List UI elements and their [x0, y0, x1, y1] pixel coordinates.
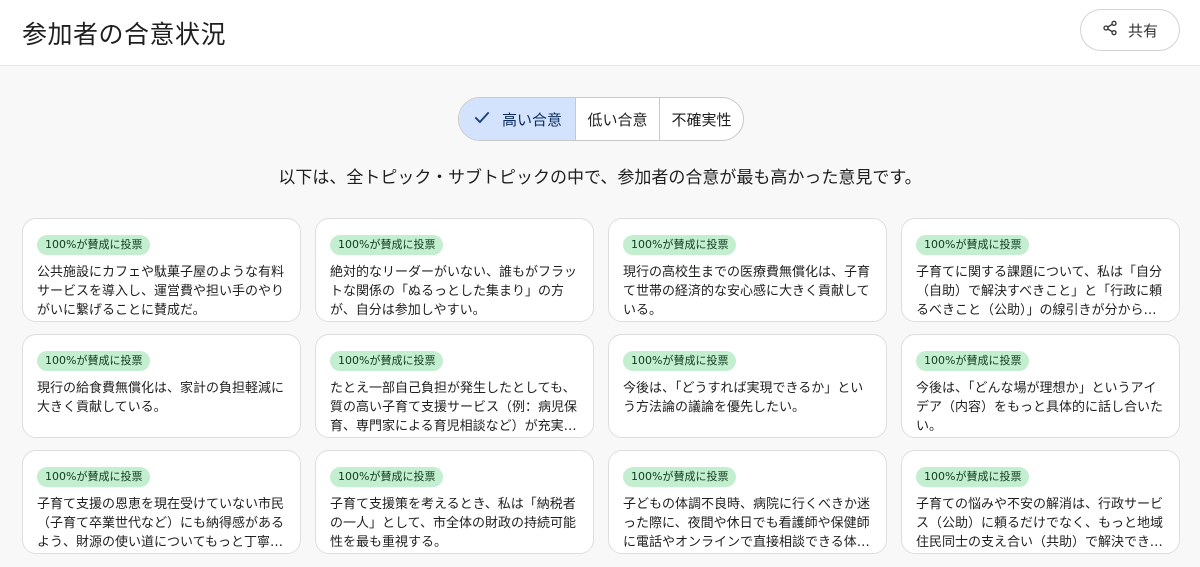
share-button[interactable]: 共有: [1080, 9, 1180, 51]
vote-badge: 100%が賛成に投票: [623, 467, 737, 487]
opinion-text: 子育ての悩みや不安の解消は、行政サービス（公助）に頼るだけでなく、もっと地域住民…: [916, 497, 1164, 550]
opinion-card[interactable]: 100%が賛成に投票 子どもの体調不良時、病院に行くべきか迷った際に、夜間や休日…: [608, 450, 887, 554]
opinion-text: 子どもの体調不良時、病院に行くべきか迷った際に、夜間や休日でも看護師や保健師に電…: [623, 497, 871, 550]
vote-badge: 100%が賛成に投票: [916, 235, 1030, 255]
filter-low-label: 低い合意: [587, 110, 648, 129]
opinion-card[interactable]: 100%が賛成に投票 子育てに関する課題について、私は「自分（自助）で解決すべき…: [901, 218, 1180, 322]
opinion-card[interactable]: 100%が賛成に投票 現行の高校生までの医療費無償化は、子育て世帯の経済的な安心…: [608, 218, 887, 322]
opinion-card[interactable]: 100%が賛成に投票 子育ての悩みや不安の解消は、行政サービス（公助）に頼るだけ…: [901, 450, 1180, 554]
opinion-grid: 100%が賛成に投票 公共施設にカフェや駄菓子屋のような有料サービスを導入し、運…: [22, 218, 1180, 554]
filter-uncertainty[interactable]: 不確実性: [659, 98, 743, 140]
vote-badge: 100%が賛成に投票: [330, 351, 444, 371]
opinion-text: 公共施設にカフェや駄菓子屋のような有料サービスを導入し、運営費や担い手のやりがい…: [37, 265, 285, 318]
filter-uncertainty-label: 不確実性: [671, 110, 732, 129]
share-icon: [1102, 20, 1118, 40]
vote-badge: 100%が賛成に投票: [330, 235, 444, 255]
vote-badge: 100%が賛成に投票: [623, 351, 737, 371]
opinion-card[interactable]: 100%が賛成に投票 子育て支援の恩恵を現在受けていない市民（子育て卒業世代など…: [22, 450, 301, 554]
opinion-card[interactable]: 100%が賛成に投票 絶対的なリーダーがいない、誰もがフラットな関係の「ぬるっと…: [315, 218, 594, 322]
share-label: 共有: [1127, 21, 1158, 40]
page-title: 参加者の合意状況: [22, 20, 227, 49]
filter-low-consensus[interactable]: 低い合意: [575, 98, 659, 140]
vote-badge: 100%が賛成に投票: [623, 235, 737, 255]
vote-badge: 100%が賛成に投票: [37, 235, 151, 255]
opinion-text: 子育て支援の恩恵を現在受けていない市民（子育て卒業世代など）にも納得感があるよう…: [37, 497, 285, 550]
opinion-card[interactable]: 100%が賛成に投票 今後は、「どんな場が理想か」というアイデア（内容）をもっと…: [901, 334, 1180, 438]
check-icon: [472, 107, 492, 131]
vote-badge: 100%が賛成に投票: [37, 467, 151, 487]
filter-high-label: 高い合意: [501, 110, 562, 129]
vote-badge: 100%が賛成に投票: [916, 351, 1030, 371]
vote-badge: 100%が賛成に投票: [37, 351, 151, 371]
opinion-card[interactable]: 100%が賛成に投票 現行の給食費無償化は、家計の負担軽減に大きく貢献している。: [22, 334, 301, 438]
opinion-text: 子育て支援策を考えるとき、私は「納税者の一人」として、市全体の財政の持続可能性を…: [330, 497, 576, 550]
opinion-card[interactable]: 100%が賛成に投票 たとえ一部自己負担が発生したとしても、質の高い子育て支援サ…: [315, 334, 594, 438]
opinion-text: 今後は、「どうすれば実現できるか」という方法論の議論を優先したい。: [623, 381, 864, 415]
vote-badge: 100%が賛成に投票: [916, 467, 1030, 487]
consensus-filter: 高い合意 低い合意 不確実性: [458, 97, 744, 141]
opinion-card[interactable]: 100%が賛成に投票 子育て支援策を考えるとき、私は「納税者の一人」として、市全…: [315, 450, 594, 554]
opinion-text: 現行の給食費無償化は、家計の負担軽減に大きく貢献している。: [37, 381, 285, 415]
opinion-text: 子育てに関する課題について、私は「自分（自助）で解決すべきこと」と「行政に頼るべ…: [916, 265, 1163, 318]
opinion-card[interactable]: 100%が賛成に投票 公共施設にカフェや駄菓子屋のような有料サービスを導入し、運…: [22, 218, 301, 322]
app-header: 参加者の合意状況 共有: [0, 0, 1200, 66]
opinion-card[interactable]: 100%が賛成に投票 今後は、「どうすれば実現できるか」という方法論の議論を優先…: [608, 334, 887, 438]
vote-badge: 100%が賛成に投票: [330, 467, 444, 487]
opinion-text: 絶対的なリーダーがいない、誰もがフラットな関係の「ぬるっとした集まり」の方が、自…: [330, 265, 578, 318]
filter-high-consensus[interactable]: 高い合意: [459, 98, 575, 140]
opinion-text: 今後は、「どんな場が理想か」というアイデア（内容）をもっと具体的に話し合いたい。: [916, 381, 1164, 434]
opinion-text: たとえ一部自己負担が発生したとしても、質の高い子育て支援サービス（例：病児保育、…: [330, 381, 578, 434]
opinion-text: 現行の高校生までの医療費無償化は、子育て世帯の経済的な安心感に大きく貢献している…: [623, 265, 871, 318]
section-description: 以下は、全トピック・サブトピックの中で、参加者の合意が最も高かった意見です。: [278, 168, 922, 188]
